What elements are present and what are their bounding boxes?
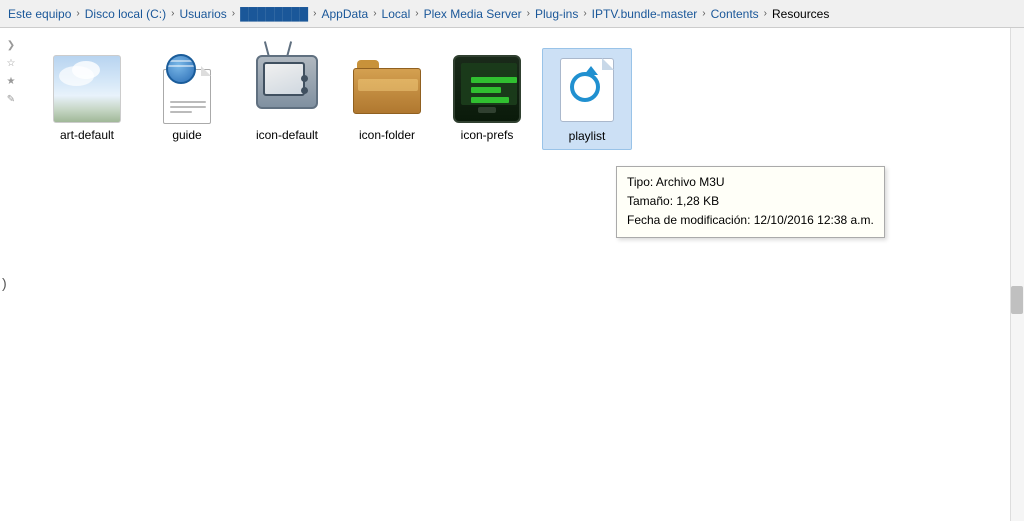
sidebar-icon-4[interactable]: ✎: [4, 92, 18, 106]
breadcrumb-usuarios[interactable]: Usuarios: [179, 7, 226, 21]
breadcrumb-sep-8: ›: [702, 8, 705, 19]
tooltip-fecha-label: Fecha de modificación:: [627, 213, 750, 227]
file-label-icon-default: icon-default: [256, 128, 318, 142]
sidebar-icon-1[interactable]: ❯: [4, 38, 18, 52]
breadcrumb-disco-local[interactable]: Disco local (C:): [85, 7, 166, 21]
file-item-icon-prefs[interactable]: icon-prefs: [442, 48, 532, 148]
breadcrumb-sep-2: ›: [232, 8, 235, 19]
breadcrumb-este-equipo[interactable]: Este equipo: [8, 7, 71, 21]
file-label-art-default: art-default: [60, 128, 114, 142]
file-icon-prefs: [452, 54, 522, 124]
file-item-art-default[interactable]: art-default: [42, 48, 132, 148]
breadcrumb-sep-6: ›: [527, 8, 530, 19]
tooltip-tamano-value: 1,28 KB: [676, 194, 719, 208]
file-label-playlist: playlist: [569, 129, 606, 143]
file-label-icon-folder: icon-folder: [359, 128, 415, 142]
tooltip-tamano-label: Tamaño:: [627, 194, 673, 208]
breadcrumb-sep-4: ›: [373, 8, 376, 19]
file-icon-playlist: [552, 55, 622, 125]
sidebar-icon-2[interactable]: ☆: [4, 56, 18, 70]
breadcrumb-contents[interactable]: Contents: [711, 7, 759, 21]
address-bar: Este equipo › Disco local (C:) › Usuario…: [0, 0, 1024, 28]
file-item-playlist[interactable]: playlist: [542, 48, 632, 150]
file-icon-folder: [352, 54, 422, 124]
file-label-icon-prefs: icon-prefs: [461, 128, 514, 142]
breadcrumb-iptv[interactable]: IPTV.bundle-master: [592, 7, 698, 21]
file-icon-guide: [152, 54, 222, 124]
breadcrumb-appdata[interactable]: AppData: [322, 7, 369, 21]
breadcrumb-sep-5: ›: [415, 8, 418, 19]
breadcrumb-sep-1: ›: [171, 8, 174, 19]
breadcrumb-local[interactable]: Local: [382, 7, 411, 21]
bracket-decoration: ): [2, 275, 7, 291]
breadcrumb-plugins[interactable]: Plug-ins: [535, 7, 578, 21]
main-content: art-default guide: [22, 28, 1024, 521]
sidebar-icon-3[interactable]: ★: [4, 74, 18, 88]
scrollbar-track: [1010, 28, 1024, 521]
tooltip-tipo-label: Tipo:: [627, 175, 653, 189]
breadcrumb-plex[interactable]: Plex Media Server: [424, 7, 522, 21]
file-item-guide[interactable]: guide: [142, 48, 232, 148]
breadcrumb-resources: Resources: [772, 7, 829, 21]
file-label-guide: guide: [172, 128, 201, 142]
breadcrumb-sep-9: ›: [764, 8, 767, 19]
file-item-icon-default[interactable]: icon-default: [242, 48, 332, 148]
scrollbar-thumb[interactable]: [1011, 286, 1023, 314]
tooltip-tipo-value: Archivo M3U: [656, 175, 725, 189]
file-icon-art-default: [52, 54, 122, 124]
file-icon-tv: [252, 54, 322, 124]
breadcrumb-user[interactable]: ████████: [240, 7, 308, 21]
file-item-icon-folder[interactable]: icon-folder: [342, 48, 432, 148]
breadcrumb-sep-3: ›: [313, 8, 316, 19]
breadcrumb-sep-0: ›: [76, 8, 79, 19]
file-tooltip: Tipo: Archivo M3U Tamaño: 1,28 KB Fecha …: [616, 166, 885, 238]
tooltip-fecha-value: 12/10/2016 12:38 a.m.: [754, 213, 874, 227]
file-grid: art-default guide: [42, 48, 1014, 150]
breadcrumb-sep-7: ›: [583, 8, 586, 19]
